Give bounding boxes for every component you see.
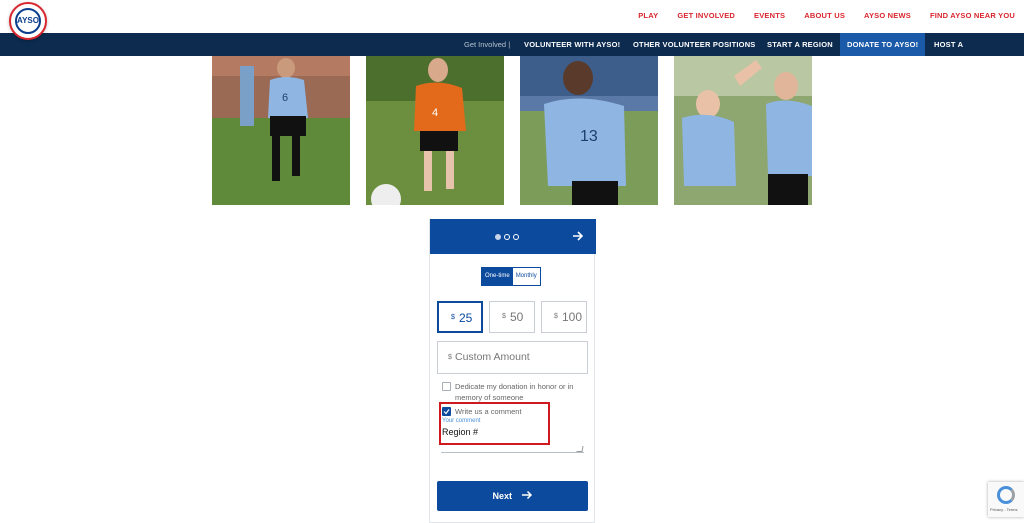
amount-option-25[interactable]: $ 25 <box>437 301 483 333</box>
nav-about-us[interactable]: ABOUT US <box>804 11 845 20</box>
sub-nav: Get Involved | VOLUNTEER WITH AYSO! OTHE… <box>0 33 1024 72</box>
currency-symbol: $ <box>502 313 506 320</box>
frequency-toggle: One-time Monthly <box>481 267 541 286</box>
custom-amount-input[interactable]: $ Custom Amount <box>437 341 588 374</box>
currency-symbol: $ <box>554 313 558 320</box>
amount-value: 100 <box>562 310 583 324</box>
resize-handle-icon[interactable] <box>576 446 584 452</box>
photo-girls-high-five <box>674 56 812 205</box>
next-button[interactable]: Next <box>437 481 588 511</box>
step-dot-2 <box>504 234 510 240</box>
currency-symbol: $ <box>448 354 452 361</box>
currency-symbol: $ <box>451 314 455 321</box>
frequency-one-time[interactable]: One-time <box>482 268 513 285</box>
amount-option-100[interactable]: $ 100 <box>541 301 587 333</box>
sub-nav-start-region[interactable]: START A REGION <box>760 33 840 56</box>
step-indicator <box>495 234 519 240</box>
nav-find-ayso[interactable]: FIND AYSO NEAR YOU <box>930 11 1015 20</box>
amount-value: 50 <box>510 310 524 324</box>
photo-girl-13: 13 <box>520 56 658 205</box>
sub-nav-host-tournament[interactable]: HOST A TOURNAMENT <box>927 33 1024 72</box>
nav-ayso-news[interactable]: AYSO NEWS <box>864 11 911 20</box>
ayso-logo-text: AYSO <box>15 8 41 34</box>
recaptcha-footer: Privacy - Terms <box>990 507 1018 512</box>
sub-nav-other-positions[interactable]: OTHER VOLUNTEER POSITIONS <box>626 33 763 56</box>
honor-checkbox[interactable] <box>442 382 451 391</box>
jersey-number-13: 13 <box>580 128 598 145</box>
frequency-monthly[interactable]: Monthly <box>512 268 540 285</box>
next-button-label: Next <box>492 491 512 501</box>
donation-form: One-time Monthly $ 25 $ 50 $ 100 $ Custo… <box>429 219 596 523</box>
ayso-logo[interactable]: AYSO <box>9 2 47 40</box>
photo-girl-orange: 4 <box>366 56 504 205</box>
recaptcha-icon <box>997 486 1015 504</box>
sub-nav-donate[interactable]: DONATE TO AYSO! <box>840 33 926 56</box>
comment-underline <box>441 452 584 453</box>
photo-boy-player: 6 <box>212 56 350 205</box>
annotation-highlight-box <box>439 402 550 445</box>
sub-nav-lead: Get Involved | <box>464 40 511 49</box>
nav-play[interactable]: PLAY <box>638 11 658 20</box>
custom-amount-placeholder: Custom Amount <box>455 351 530 363</box>
amount-option-50[interactable]: $ 50 <box>489 301 535 333</box>
form-header <box>430 219 596 254</box>
nav-events[interactable]: EVENTS <box>754 11 785 20</box>
recaptcha-badge[interactable]: Privacy - Terms <box>988 482 1024 517</box>
step-dot-3 <box>513 234 519 240</box>
arrow-right-icon[interactable] <box>570 228 586 244</box>
arrow-right-icon <box>521 490 532 500</box>
jersey-number-6: 6 <box>282 92 288 104</box>
jersey-number-4: 4 <box>432 107 438 119</box>
sub-nav-volunteer[interactable]: VOLUNTEER WITH AYSO! <box>517 33 627 56</box>
top-nav: PLAY GET INVOLVED EVENTS ABOUT US AYSO N… <box>619 11 1015 20</box>
nav-get-involved[interactable]: GET INVOLVED <box>677 11 735 20</box>
honor-label-line1: Dedicate my donation in honor or in <box>455 382 574 391</box>
top-bar: AYSO PLAY GET INVOLVED EVENTS ABOUT US A… <box>0 0 1024 40</box>
amount-value: 25 <box>459 311 473 325</box>
step-dot-1 <box>495 234 501 240</box>
